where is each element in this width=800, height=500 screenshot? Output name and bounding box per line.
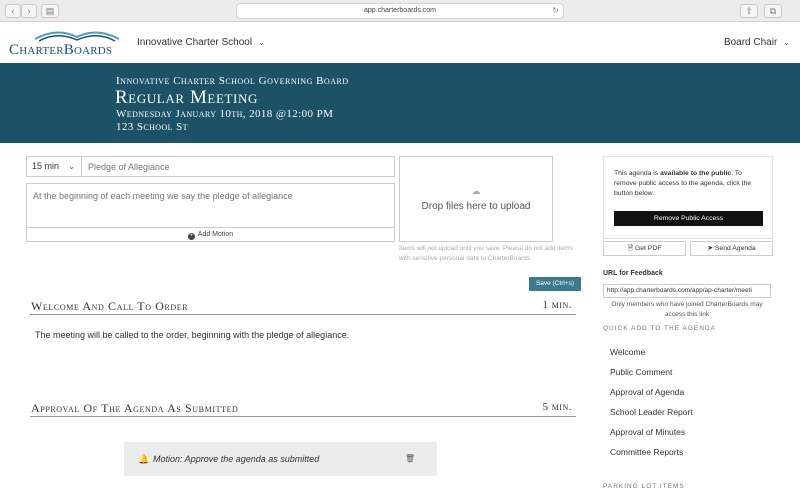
add-motion-label: Add Motion	[197, 231, 234, 238]
send-agenda-button[interactable]: ➤ Send Agenda	[690, 241, 773, 256]
browser-toolbar: ‹ › ▤ app.charterboards.com ↻ ⇧ ⧉	[0, 0, 800, 22]
trash-icon[interactable]: 🗑	[405, 454, 415, 463]
book-icon	[34, 31, 120, 42]
quick-add-item[interactable]: Approval of Minutes	[610, 427, 685, 437]
chevron-down-icon: ⌄	[258, 38, 265, 47]
agenda-item-header[interactable]: Approval Of The Agenda As Submitted 5 mi…	[30, 399, 576, 417]
file-dropzone[interactable]: ☁ Drop files here to upload	[399, 156, 553, 242]
plus-icon: +	[187, 233, 195, 240]
save-button[interactable]: Save (Ctrl+s)	[529, 277, 581, 291]
motion-text: Motion: Approve the agenda as submitted	[153, 454, 320, 464]
quick-add-item[interactable]: Public Comment	[610, 367, 672, 377]
chevron-down-icon: ⌄	[783, 38, 790, 47]
quick-add-item[interactable]: Approval of Agenda	[610, 387, 684, 397]
meeting-banner: Innovative Charter School Governing Boar…	[0, 63, 800, 143]
quick-add-item[interactable]: Committee Reports	[610, 447, 683, 457]
item-title-input[interactable]	[82, 156, 395, 177]
school-name: Innovative Charter School	[137, 37, 253, 48]
chevron-down-icon: ⌄	[68, 162, 75, 171]
agenda-item-title: Approval Of The Agenda As Submitted	[31, 401, 239, 415]
file-icon: 🗎	[627, 245, 634, 252]
logo-text: CharterBoards	[9, 42, 113, 58]
dropzone-text: Drop files here to upload	[421, 201, 531, 212]
add-motion-button[interactable]: + Add Motion	[26, 228, 395, 242]
parking-lot-label: PARKING LOT ITEMS	[603, 483, 685, 490]
quick-add-label: QUICK ADD TO THE AGENDA	[603, 325, 716, 332]
msg-pre: This agenda is	[614, 170, 661, 177]
quick-add-item[interactable]: Welcome	[610, 347, 645, 357]
feedback-label: URL for Feedback	[603, 270, 663, 277]
reload-icon[interactable]: ↻	[552, 4, 559, 18]
app-header: CharterBoards Innovative Charter School ⌄…	[0, 22, 800, 63]
msg-bold: available to the public	[660, 170, 732, 177]
meeting-title: Regular Meeting	[115, 87, 258, 108]
public-access-box: This agenda is available to the public. …	[603, 156, 773, 239]
agenda-item-description: The meeting will be called to the order,…	[35, 330, 350, 340]
agenda-item-time: 1 min.	[542, 299, 572, 311]
back-button[interactable]: ‹	[5, 4, 21, 18]
agenda-item-time: 5 min.	[542, 401, 572, 413]
send-agenda-label: Send Agenda	[714, 245, 756, 252]
bell-icon: 🔔	[138, 454, 150, 464]
public-access-message: This agenda is available to the public. …	[614, 169, 764, 199]
duration-value: 15 min	[32, 161, 60, 171]
tabs-icon[interactable]: ⧉	[764, 4, 782, 18]
get-pdf-button[interactable]: 🗎 Get PDF	[603, 241, 686, 256]
org-name: Innovative Charter School Governing Boar…	[116, 75, 349, 87]
remove-public-access-button[interactable]: Remove Public Access	[614, 211, 763, 226]
sidebar-toggle-icon[interactable]: ▤	[41, 4, 59, 18]
cloud-upload-icon: ☁	[471, 186, 481, 196]
motion-card: 🔔 Motion: Approve the agenda as submitte…	[124, 442, 437, 476]
address-bar[interactable]: app.charterboards.com ↻	[236, 3, 564, 19]
agenda-item-title: Welcome And Call To Order	[31, 299, 189, 313]
feedback-note: Only members who have joined CharterBoar…	[611, 301, 763, 318]
quick-add-item[interactable]: School Leader Report	[610, 407, 693, 417]
role-menu[interactable]: Board Chair ⌄	[724, 37, 790, 48]
item-description-input[interactable]	[26, 183, 395, 228]
get-pdf-label: Get PDF	[634, 245, 662, 252]
meeting-datetime: Wednesday January 10th, 2018 @12:00 PM	[116, 108, 334, 120]
upload-note: Items will not upload until you save. Pl…	[399, 245, 573, 262]
duration-select[interactable]: 15 min ⌄	[26, 156, 82, 177]
school-selector[interactable]: Innovative Charter School ⌄	[137, 37, 265, 48]
agenda-item-header[interactable]: Welcome And Call To Order 1 min.	[30, 297, 576, 315]
charterboards-logo[interactable]: CharterBoards	[9, 27, 120, 61]
url-text: app.charterboards.com	[364, 7, 436, 14]
send-icon: ➤	[707, 245, 713, 252]
feedback-url-field[interactable]: http://app.charterboards.com/app/ap-char…	[603, 284, 771, 298]
share-icon[interactable]: ⇧	[740, 4, 758, 18]
role-name: Board Chair	[723, 37, 778, 48]
forward-button[interactable]: ›	[21, 4, 37, 18]
meeting-location: 123 School St	[116, 121, 188, 133]
